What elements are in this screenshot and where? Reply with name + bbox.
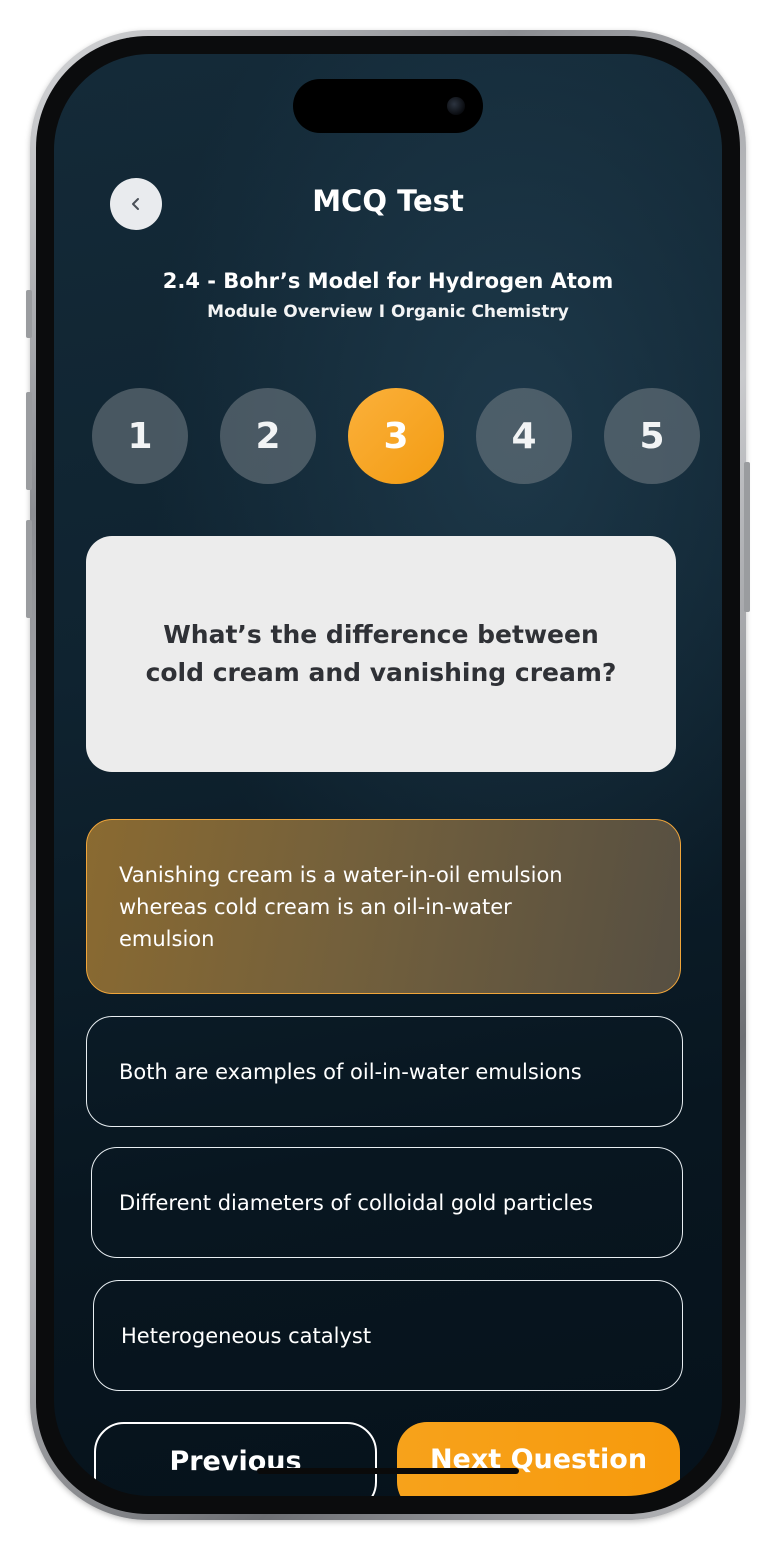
previous-button[interactable]: Previous [94,1422,377,1496]
answer-option-3[interactable]: Different diameters of colloidal gold pa… [91,1147,683,1258]
step-number: 4 [511,415,537,457]
answer-option-text: Both are examples of oil-in-water emulsi… [119,1059,582,1084]
step-4-button[interactable]: 4 [476,388,572,484]
answer-option-text: Different diameters of colloidal gold pa… [119,1190,594,1215]
question-text: What’s the difference between cold cream… [145,620,617,687]
lesson-subtitle: Module Overview I Organic Chemistry [207,302,569,322]
home-indicator[interactable] [257,1468,519,1474]
step-5-button[interactable]: 5 [604,388,700,484]
lesson-title: 2.4 - Bohr’s Model for Hydrogen Atom [162,269,614,293]
phone-action-button [26,290,32,338]
answer-option-1[interactable]: Vanishing cream is a water-in-oil emulsi… [86,819,681,994]
answer-option-text: Heterogeneous catalyst [121,1323,372,1348]
step-number: 1 [127,415,153,457]
dynamic-island [293,79,483,133]
answer-option-2[interactable]: Both are examples of oil-in-water emulsi… [86,1016,683,1127]
answer-option-text: Vanishing cream is a water-in-oil emulsi… [119,862,563,951]
step-2-button[interactable]: 2 [220,388,316,484]
answer-option-4[interactable]: Heterogeneous catalyst [93,1280,683,1391]
question-stepper: 1 2 3 4 5 [92,388,704,484]
app-screen: MCQ Test 2.4 - Bohr’s Model for Hydrogen… [54,54,722,1496]
next-question-button[interactable]: Next Question [397,1422,680,1496]
phone-volume-up-button [26,392,32,490]
page-title: MCQ Test [312,184,464,218]
step-number: 3 [383,415,409,457]
camera-icon [447,97,465,115]
phone-power-button [744,462,750,612]
step-3-button[interactable]: 3 [348,388,444,484]
phone-volume-down-button [26,520,32,618]
step-number: 5 [639,415,665,457]
step-1-button[interactable]: 1 [92,388,188,484]
step-number: 2 [255,415,281,457]
question-card: What’s the difference between cold cream… [86,536,676,772]
